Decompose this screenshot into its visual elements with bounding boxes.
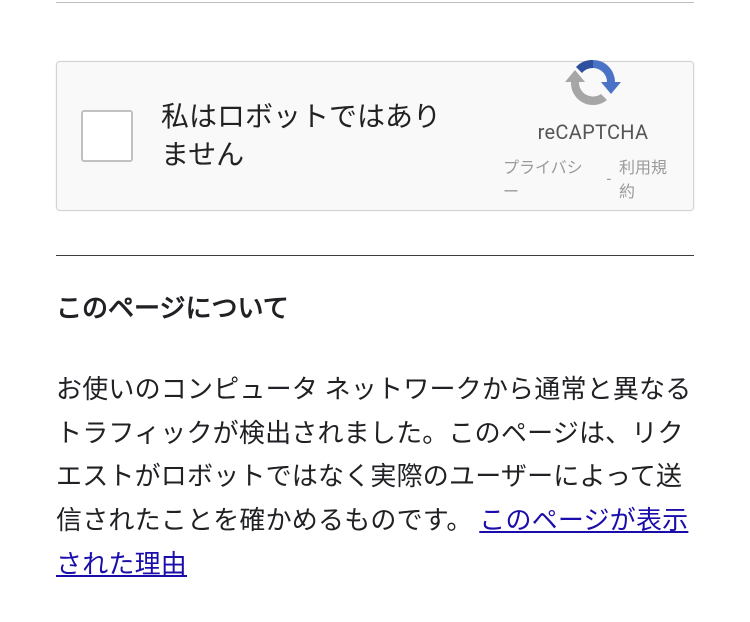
privacy-link[interactable]: プライバシー [503,154,599,202]
legal-separator: - [607,169,611,188]
recaptcha-logo-wrap: reCAPTCHA [538,54,649,144]
recaptcha-checkbox-label: 私はロボットではありません [161,98,441,174]
section-divider [56,255,694,256]
about-page-body: お使いのコンピュータ ネットワークから通常と異なるトラフィックが検出されました。… [56,369,694,587]
recaptcha-widget: 私はロボットではありません reCAPTCHA プライバシー [56,61,694,211]
recaptcha-brand-label: reCAPTCHA [538,120,649,144]
recaptcha-checkbox[interactable] [81,110,133,162]
terms-link[interactable]: 利用規約 [619,154,683,202]
recaptcha-legal: プライバシー - 利用規約 [503,154,683,202]
about-page-heading: このページについて [56,288,694,325]
recaptcha-logo-icon [563,54,623,114]
recaptcha-left: 私はロボットではありません [57,62,503,210]
top-divider [56,2,694,3]
recaptcha-right: reCAPTCHA プライバシー - 利用規約 [503,62,693,210]
